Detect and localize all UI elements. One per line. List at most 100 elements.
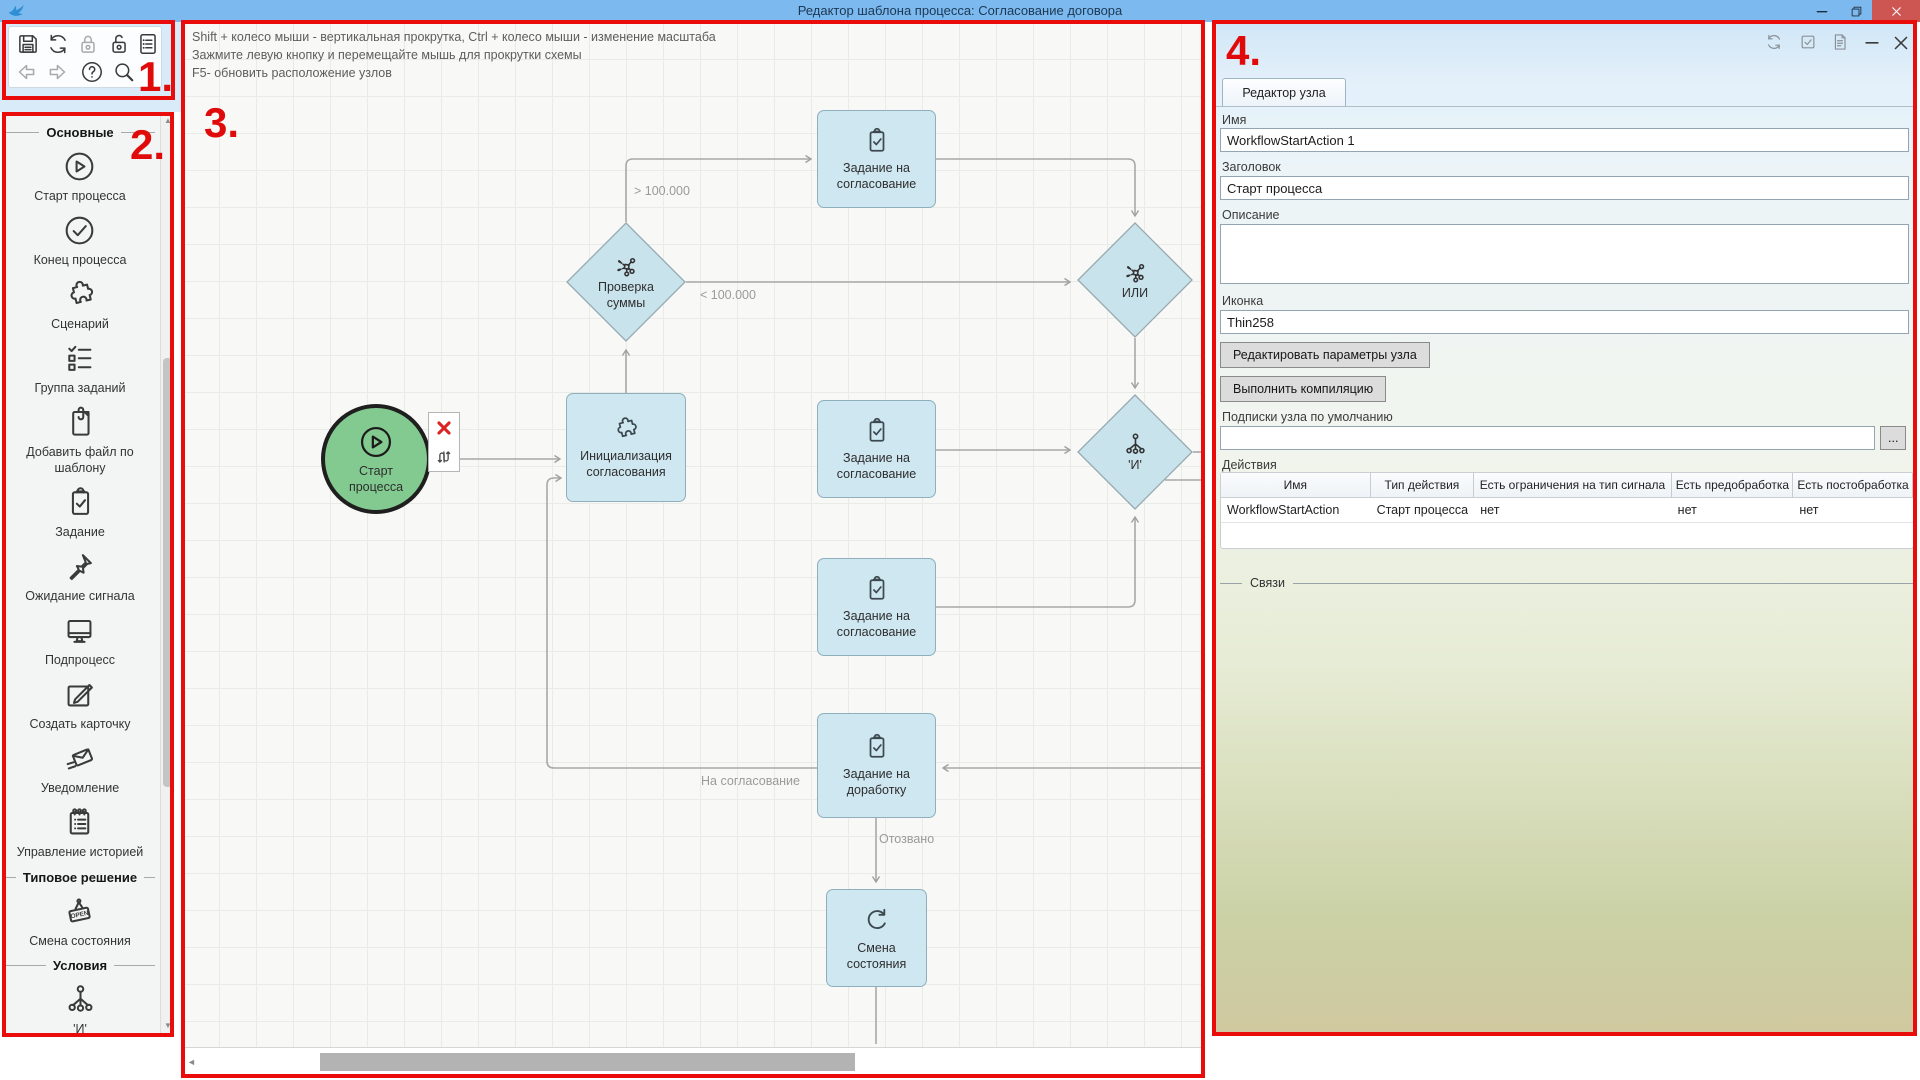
forward-icon[interactable] bbox=[45, 59, 71, 85]
column-header[interactable]: Есть предобработка bbox=[1672, 473, 1794, 497]
separator-line bbox=[1293, 583, 1914, 584]
node-or-condition[interactable]: ИЛИ bbox=[1077, 222, 1193, 338]
sidebar-item-and-tree[interactable]: 'И' bbox=[63, 982, 98, 1037]
compile-button[interactable]: Выполнить компиляцию bbox=[1220, 376, 1386, 402]
sidebar-item-monitor[interactable]: Подпроцесс bbox=[45, 613, 115, 669]
sidebar-item-label: Задание bbox=[55, 524, 105, 541]
table-cell: нет bbox=[1793, 498, 1913, 522]
reroute-icon[interactable] bbox=[433, 446, 455, 468]
sidebar-item-label: Управление историей bbox=[17, 844, 144, 861]
subscriptions-input[interactable] bbox=[1220, 426, 1875, 450]
minimize-button[interactable] bbox=[1806, 0, 1838, 22]
table-row[interactable]: WorkflowStartActionСтарт процессанетнетн… bbox=[1221, 498, 1913, 523]
sidebar-scrollbar[interactable]: ▲ ▼ bbox=[160, 112, 174, 1037]
sidebar-item-clipboard-clip[interactable]: Добавить файл по шаблону bbox=[9, 405, 151, 478]
canvas-scrollbar-thumb[interactable] bbox=[320, 1053, 855, 1071]
node-and-condition[interactable]: 'И' bbox=[1077, 394, 1193, 510]
sidebar-item-envelope[interactable]: Уведомление bbox=[41, 741, 119, 797]
and-tree-icon bbox=[63, 982, 98, 1017]
tab-content-border bbox=[1216, 106, 1913, 107]
back-icon[interactable] bbox=[13, 59, 39, 85]
play-circle-icon bbox=[62, 149, 97, 184]
header-label: Заголовок bbox=[1222, 160, 1281, 174]
sidebar-item-puzzle[interactable]: Сценарий bbox=[51, 277, 109, 333]
table-cell: Старт процесса bbox=[1371, 498, 1475, 522]
node-rework-task[interactable]: Задание на доработку bbox=[817, 713, 936, 818]
sidebar-item-label: Смена состояния bbox=[29, 933, 130, 950]
node-label: Задание на доработку bbox=[825, 767, 929, 798]
node-approval-task-2[interactable]: Задание на согласование bbox=[817, 400, 936, 498]
scroll-down-icon[interactable]: ▼ bbox=[164, 1022, 172, 1030]
refresh-icon[interactable] bbox=[1764, 32, 1784, 52]
table-cell: нет bbox=[1474, 498, 1671, 522]
column-header[interactable]: Имя bbox=[1221, 473, 1371, 497]
sidebar-item-check-circle[interactable]: Конец процесса bbox=[34, 213, 127, 269]
document-icon[interactable] bbox=[1830, 32, 1850, 52]
sidebar-item-pin[interactable]: Ожидание сигнала bbox=[25, 549, 135, 605]
actions-table[interactable]: ИмяТип действияЕсть ограничения на тип с… bbox=[1220, 472, 1914, 549]
node-label: Старт процесса bbox=[334, 464, 418, 495]
close-button[interactable] bbox=[1872, 0, 1920, 22]
edit-params-button[interactable]: Редактировать параметры узла bbox=[1220, 342, 1430, 368]
column-header[interactable]: Тип действия bbox=[1371, 473, 1475, 497]
title-bar: Редактор шаблона процесса: Согласование … bbox=[0, 0, 1920, 22]
task-list-icon bbox=[62, 341, 97, 376]
sidebar-item-clipboard-check[interactable]: Задание bbox=[55, 485, 105, 541]
table-empty-row bbox=[1221, 523, 1913, 548]
unlock-icon[interactable] bbox=[105, 31, 131, 57]
edge-label-lt: < 100.000 bbox=[700, 288, 756, 302]
sidebar-scrollbar-thumb[interactable] bbox=[163, 358, 172, 787]
column-header[interactable]: Есть ограничения на тип сигнала bbox=[1474, 473, 1671, 497]
node-label: Задание на согласование bbox=[825, 161, 929, 192]
tab-node-editor[interactable]: Редактор узла bbox=[1222, 78, 1346, 107]
node-label: Проверка суммы bbox=[588, 280, 664, 311]
refresh-icon[interactable] bbox=[45, 31, 71, 57]
help-line: Зажмите левую кнопку и перемещайте мышь … bbox=[192, 46, 716, 64]
sidebar-item-edit[interactable]: Создать карточку bbox=[30, 677, 131, 733]
node-label: Смена состояния bbox=[831, 941, 923, 972]
ellipsis-button[interactable]: ... bbox=[1880, 426, 1906, 450]
node-init-approval[interactable]: Инициализация согласования bbox=[566, 393, 686, 502]
help-icon[interactable] bbox=[79, 59, 105, 85]
icon-input[interactable] bbox=[1220, 310, 1909, 334]
check-square-icon[interactable] bbox=[1798, 32, 1818, 52]
canvas-horizontal-scrollbar[interactable]: ◄ bbox=[182, 1047, 1205, 1078]
clipboard-check-icon bbox=[63, 485, 98, 520]
name-input[interactable] bbox=[1220, 128, 1909, 152]
header-input[interactable] bbox=[1220, 176, 1909, 200]
node-start-process[interactable]: Старт процесса bbox=[321, 404, 431, 514]
sidebar-item-label: Подпроцесс bbox=[45, 652, 115, 669]
links-group-header: Связи bbox=[1220, 576, 1914, 590]
pin-icon bbox=[62, 549, 97, 584]
node-context-toolbar bbox=[428, 412, 460, 472]
lock-icon[interactable] bbox=[75, 31, 101, 57]
sidebar-item-task-list[interactable]: Группа заданий bbox=[35, 341, 126, 397]
description-input[interactable] bbox=[1220, 224, 1909, 284]
sidebar-item-open-sign[interactable]: Смена состояния bbox=[29, 894, 130, 950]
scroll-up-icon[interactable]: ▲ bbox=[164, 117, 172, 125]
sidebar-item-play-circle[interactable]: Старт процесса bbox=[34, 149, 126, 205]
node-editor-panel: Редактор узла Имя Заголовок Описание Ико… bbox=[1212, 20, 1917, 1036]
node-approval-task-3[interactable]: Задание на согласование bbox=[817, 558, 936, 656]
node-approval-task-1[interactable]: Задание на согласование bbox=[817, 110, 936, 208]
puzzle-icon bbox=[63, 277, 98, 312]
separator-line bbox=[1220, 583, 1242, 584]
column-header[interactable]: Есть постобработка bbox=[1793, 473, 1913, 497]
diagram-canvas[interactable]: Shift + колесо мыши - вертикальная прокр… bbox=[182, 22, 1205, 1078]
minimize-icon[interactable] bbox=[1862, 32, 1882, 52]
sidebar-item-history[interactable]: Управление историей bbox=[17, 805, 144, 861]
delete-icon[interactable] bbox=[433, 417, 455, 439]
node-label: 'И' bbox=[1128, 458, 1142, 474]
restore-button[interactable] bbox=[1840, 0, 1872, 22]
sidebar-item-label: Создать карточку bbox=[30, 716, 131, 733]
document-list-icon[interactable] bbox=[135, 31, 161, 57]
zoom-icon[interactable] bbox=[111, 59, 137, 85]
scatter-icon bbox=[613, 253, 640, 280]
close-icon[interactable] bbox=[1890, 32, 1912, 54]
scroll-left-icon[interactable]: ◄ bbox=[187, 1057, 196, 1067]
save-icon[interactable] bbox=[15, 31, 41, 57]
subscriptions-label: Подписки узла по умолчанию bbox=[1222, 410, 1393, 424]
node-check-amount[interactable]: Проверка суммы bbox=[566, 222, 686, 342]
clipboard-check-icon bbox=[862, 574, 892, 604]
node-state-change[interactable]: Смена состояния bbox=[826, 889, 927, 987]
